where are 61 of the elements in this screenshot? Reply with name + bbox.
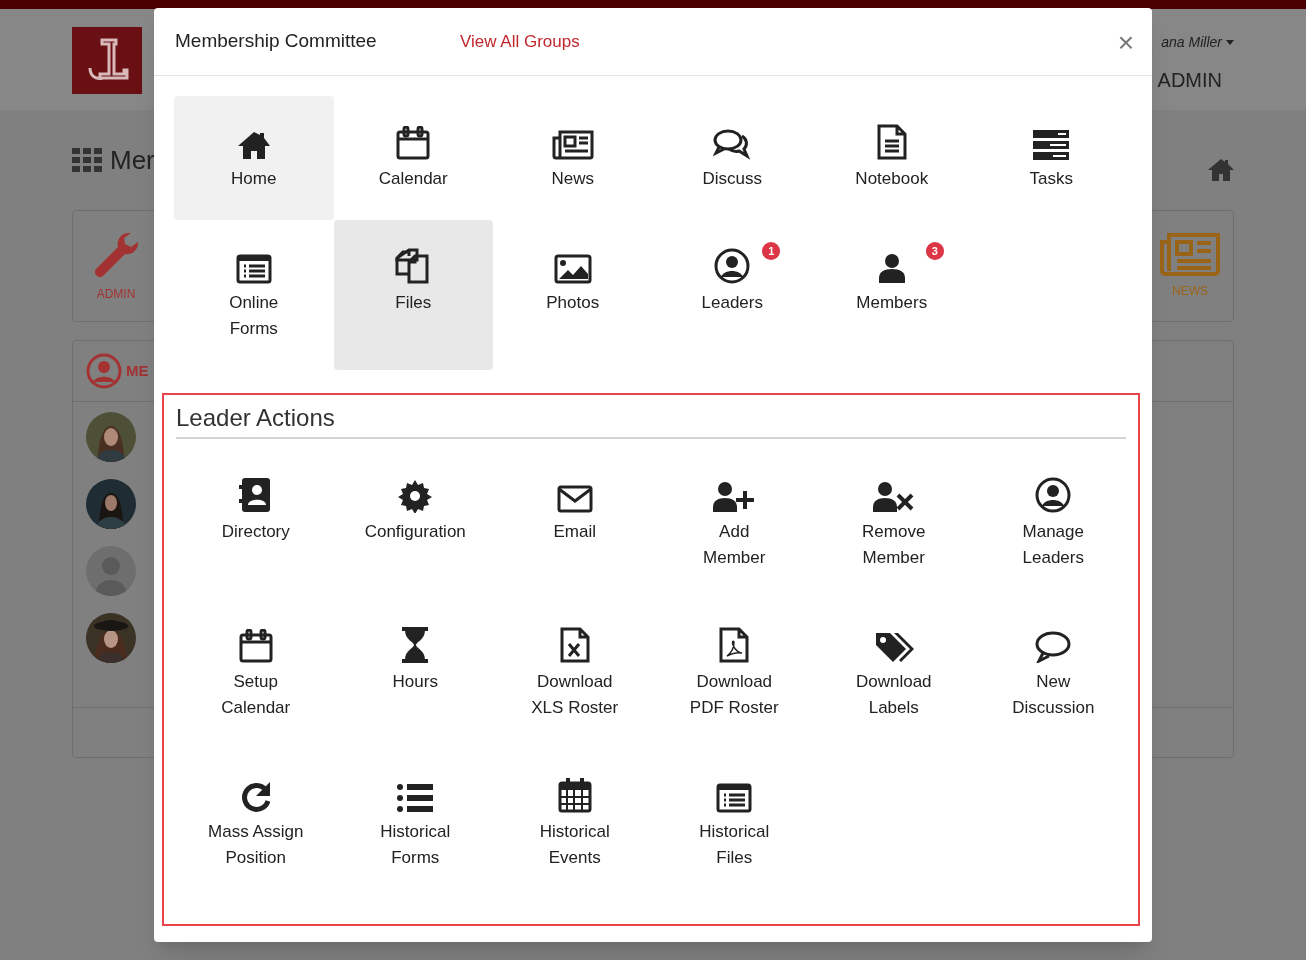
list-window-icon — [716, 783, 753, 813]
action-tile[interactable]: Manage Leaders — [973, 479, 1133, 629]
count-badge: 1 — [762, 242, 781, 260]
picture-icon — [553, 254, 592, 284]
document-icon — [876, 124, 907, 160]
caret-icon — [1226, 40, 1234, 45]
action-tile[interactable]: Download Labels — [814, 629, 974, 779]
action-tile[interactable]: Directory — [176, 479, 336, 629]
view-all-groups-link[interactable]: View All Groups — [460, 28, 580, 55]
files-icon — [395, 248, 432, 284]
action-tile[interactable]: Hours — [335, 629, 495, 779]
user-x-icon — [872, 481, 915, 513]
close-button[interactable]: × — [1117, 28, 1134, 57]
action-tile[interactable]: New Discussion — [973, 629, 1133, 779]
chat-bubbles-icon — [713, 128, 752, 160]
home-icon — [236, 130, 271, 160]
calendar-icon — [238, 629, 273, 663]
action-tile[interactable]: Remove Member — [814, 479, 974, 629]
action-tile[interactable]: Email — [495, 479, 655, 629]
count-badge: 3 — [925, 242, 944, 260]
list-icon — [397, 783, 434, 813]
action-tile[interactable]: Download XLS Roster — [495, 629, 655, 779]
list-window-icon — [235, 254, 272, 284]
user-circle-icon — [714, 248, 751, 284]
action-tile[interactable]: Add Member — [654, 479, 814, 629]
home-icon[interactable] — [1207, 158, 1235, 182]
spreadsheet-file-icon — [559, 627, 590, 663]
action-tile[interactable]: Historical Forms — [335, 779, 495, 929]
action-tile[interactable]: Setup Calendar — [176, 629, 336, 779]
calendar-grid-icon — [557, 777, 592, 813]
grid-icon — [72, 148, 102, 172]
action-tile[interactable]: Historical Files — [654, 779, 814, 929]
app-tile[interactable]: Home — [174, 96, 334, 220]
logo[interactable] — [72, 27, 142, 94]
user-circle-icon — [1035, 477, 1072, 513]
action-tile[interactable]: Historical Events — [495, 779, 655, 929]
action-tile[interactable]: Mass Assign Position — [176, 779, 336, 929]
user-circle-icon — [85, 352, 123, 390]
app-tile[interactable]: Files — [333, 220, 493, 370]
newspaper-icon — [551, 130, 594, 160]
user-plus-icon — [713, 481, 756, 513]
user-icon — [877, 252, 906, 284]
gear-icon — [398, 479, 433, 513]
pdf-file-icon — [719, 627, 750, 663]
address-book-icon — [238, 477, 273, 513]
tags-icon — [873, 631, 914, 663]
envelope-icon — [556, 485, 593, 513]
panel-title: ME — [126, 360, 149, 381]
tasks-icon — [1033, 130, 1070, 160]
modal-title: Membership Committee — [175, 29, 378, 54]
speech-bubble-icon — [1035, 631, 1072, 663]
newspaper-icon — [1159, 232, 1221, 276]
page-title: Mer — [110, 143, 155, 177]
hourglass-icon — [401, 627, 430, 663]
section-heading: Leader Actions — [176, 404, 335, 431]
user-menu[interactable]: ana Miller — [1161, 32, 1222, 53]
action-tile[interactable]: Download PDF Roster — [654, 629, 814, 779]
action-tile[interactable]: Configuration — [335, 479, 495, 629]
calendar-icon — [396, 126, 431, 160]
redo-icon — [239, 781, 272, 813]
nav-item[interactable]: ADMIN — [1157, 65, 1222, 95]
